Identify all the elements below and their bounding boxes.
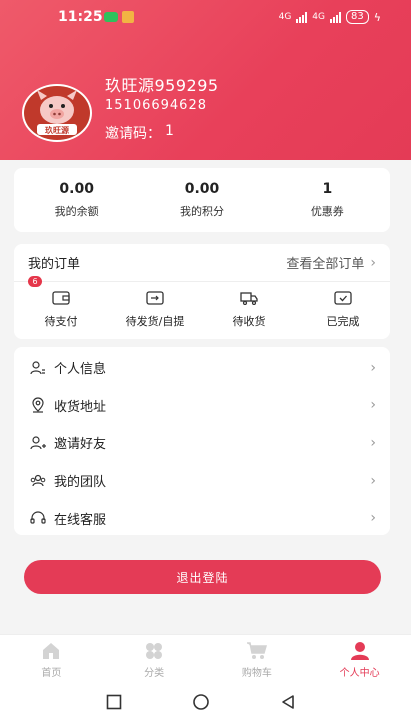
- menu-item-label: 在线客服: [54, 512, 107, 528]
- order-item-label: 已完成: [326, 315, 360, 328]
- tab-label: 购物车: [241, 667, 272, 679]
- order-item-label: 待支付: [44, 315, 78, 328]
- tab-label: 分类: [144, 667, 165, 679]
- signal-icon: [296, 11, 308, 23]
- menu-item-label: 个人信息: [54, 362, 107, 378]
- pig-logo-icon: 玖旺源: [24, 86, 90, 140]
- tab-label: 个人中心: [339, 667, 380, 679]
- orders-header: 我的订单 查看全部订单 ›: [14, 244, 390, 282]
- status-bar: 11:25 4G 4G 83 ϟ: [0, 0, 411, 34]
- tab-home[interactable]: 首页: [0, 635, 103, 684]
- order-completed[interactable]: 已完成: [296, 282, 390, 338]
- stat-balance[interactable]: 0.00 我的余额: [14, 168, 139, 232]
- signal-icon-2: [330, 11, 341, 23]
- stat-points[interactable]: 0.00 我的积分: [139, 168, 264, 232]
- home-button-icon[interactable]: [192, 694, 210, 712]
- profile-name: 玖旺源959295: [105, 76, 219, 95]
- add-user-icon: [30, 436, 46, 450]
- network-type-1: 4G: [278, 12, 292, 22]
- invite-code-row: 邀请码： 1: [105, 123, 174, 143]
- person-info-icon: [30, 361, 45, 374]
- status-time: 11:25: [58, 9, 103, 25]
- status-indicators: 4G 4G 83 ϟ: [279, 10, 381, 24]
- app-notification-icon: [122, 11, 134, 23]
- menu-item-invite-friends[interactable]: 邀请好友 ›: [14, 424, 390, 462]
- tab-category[interactable]: 分类: [103, 635, 206, 684]
- check-box-icon: [334, 291, 352, 305]
- battery-level: 83: [346, 10, 369, 24]
- order-status-row: 6 待支付 待发货/自提 待收货 已完成: [14, 276, 390, 338]
- order-item-label: 待收货: [232, 315, 266, 328]
- avatar-text: 玖旺源: [45, 125, 69, 135]
- menu-item-label: 我的团队: [54, 475, 107, 491]
- profile-phone: 15106694628: [105, 98, 207, 113]
- back-icon[interactable]: [280, 694, 296, 710]
- chevron-right-icon: ›: [370, 434, 376, 451]
- order-pending-receipt[interactable]: 待收货: [202, 282, 296, 338]
- order-pending-shipment[interactable]: 待发货/自提: [108, 282, 202, 338]
- menu-item-customer-service[interactable]: 在线客服 ›: [14, 499, 390, 537]
- invite-code-label: 邀请码：: [105, 126, 161, 142]
- recent-apps-icon[interactable]: [106, 694, 122, 710]
- invite-code-value: 1: [165, 123, 174, 139]
- home-icon: [43, 642, 60, 659]
- orders-title: 我的订单: [28, 257, 81, 272]
- tab-cart[interactable]: 购物车: [206, 635, 309, 684]
- category-icon: [146, 642, 163, 659]
- profile-header: 11:25 4G 4G 83 ϟ 玖旺源 玖旺源959295 151066946…: [0, 0, 411, 160]
- location-icon: [32, 397, 44, 413]
- chevron-right-icon: ›: [370, 397, 376, 414]
- menu-item-label: 收货地址: [54, 399, 107, 415]
- stat-value: 1: [322, 181, 333, 197]
- truck-icon: [240, 292, 258, 305]
- chevron-right-icon: ›: [370, 510, 376, 527]
- stat-value: 0.00: [59, 181, 94, 197]
- settings-menu: 个人信息 › 收货地址 › 邀请好友 › 我的团队 › 在线客服 ›: [14, 347, 390, 535]
- chevron-right-icon: ›: [370, 472, 376, 489]
- menu-item-label: 邀请好友: [54, 437, 107, 453]
- orders-card: 我的订单 查看全部订单 › 6 待支付 待发货/自提 待收货 已完成: [14, 244, 390, 339]
- wallet-icon: [52, 291, 70, 305]
- team-icon: [30, 474, 46, 486]
- order-item-label: 待发货/自提: [125, 315, 185, 328]
- stat-label: 我的积分: [179, 205, 224, 218]
- box-icon: [146, 291, 164, 305]
- view-all-orders-label: 查看全部订单: [286, 257, 365, 272]
- order-pending-payment[interactable]: 6 待支付: [14, 276, 108, 338]
- menu-item-my-team[interactable]: 我的团队 ›: [14, 462, 390, 500]
- cart-icon: [246, 641, 267, 659]
- system-navigation-bar: [0, 684, 411, 721]
- account-stats: 0.00 我的余额 0.00 我的积分 1 优惠券: [14, 168, 390, 232]
- chevron-right-icon: ›: [370, 254, 376, 271]
- user-icon: [350, 641, 369, 660]
- tab-profile[interactable]: 个人中心: [308, 635, 411, 684]
- menu-item-address[interactable]: 收货地址 ›: [14, 387, 390, 425]
- stat-coupons[interactable]: 1 优惠券: [265, 168, 390, 232]
- logout-button[interactable]: 退出登陆: [24, 560, 381, 594]
- network-type-2: 4G: [312, 12, 325, 22]
- bottom-tab-bar: 首页 分类 购物车 个人中心: [0, 634, 411, 684]
- avatar[interactable]: 玖旺源: [22, 84, 92, 142]
- wechat-notification-icon: [104, 12, 118, 22]
- headset-icon: [30, 511, 46, 524]
- chevron-right-icon: ›: [370, 359, 376, 376]
- menu-item-personal-info[interactable]: 个人信息 ›: [14, 349, 390, 387]
- charging-icon: ϟ: [373, 10, 381, 24]
- tab-label: 首页: [41, 667, 62, 679]
- stat-label: 优惠券: [310, 205, 344, 218]
- stat-label: 我的余额: [54, 205, 99, 218]
- pending-payment-badge: 6: [28, 276, 42, 287]
- view-all-orders-link[interactable]: 查看全部订单 ›: [286, 253, 376, 273]
- stat-value: 0.00: [184, 181, 220, 197]
